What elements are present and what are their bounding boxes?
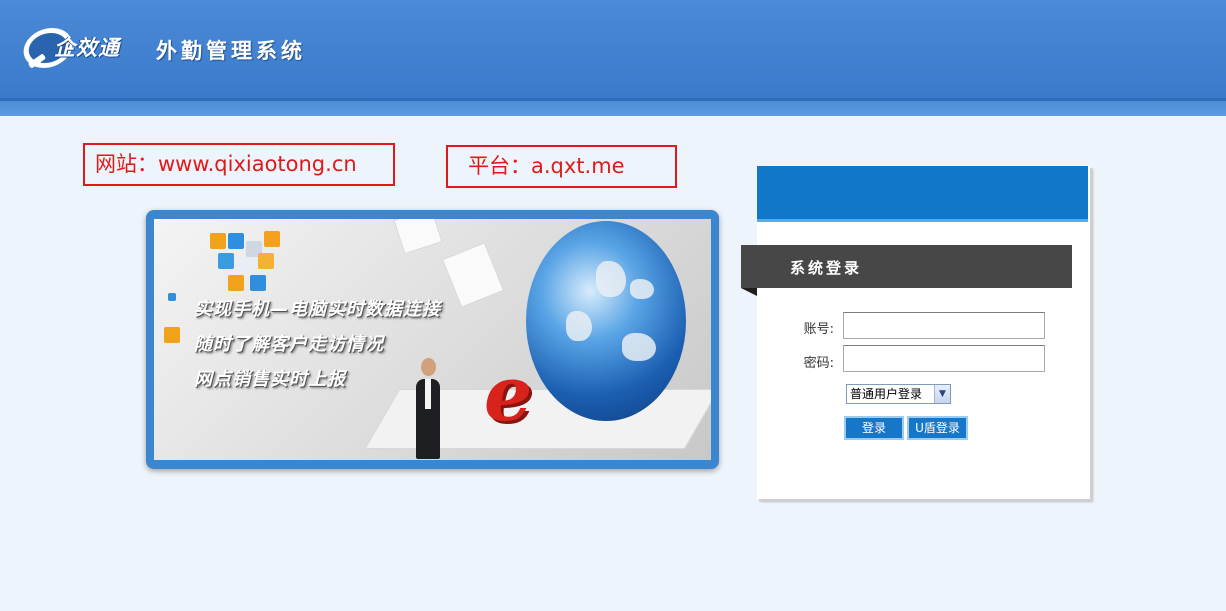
cube-decoration [250,275,266,291]
password-input[interactable] [843,345,1045,372]
cube-decoration [164,327,180,343]
e-logo-graphic: e [484,349,533,438]
header-divider [0,98,1226,116]
account-label: 账号: [803,322,834,337]
login-type-selected: 普通用户登录 [850,387,923,401]
chevron-down-icon[interactable]: ▼ [934,385,950,403]
cube-decoration [228,233,244,249]
cube-decoration [218,253,234,269]
paper-decoration [441,242,505,308]
cube-decoration [210,233,226,249]
login-panel-header [757,166,1088,222]
cube-decoration [228,275,244,291]
login-button[interactable]: 登录 [844,416,904,440]
login-title: 系统登录 [790,259,863,277]
ukey-login-button[interactable]: U盾登录 [907,416,968,440]
cube-decoration [258,253,274,269]
banner-image: 实现手机—电脑实时数据连接 随时了解客户走访情况 网点销售实时上报 e [154,219,711,460]
header-bar: 企效通 外勤管理系统 [0,0,1226,101]
cube-decoration [264,231,280,247]
account-input[interactable] [843,312,1045,339]
platform-notice: 平台：a.qxt.me [446,145,677,188]
globe-land [622,333,656,361]
password-label: 密码: [803,356,834,371]
businessman-figure [421,358,436,376]
banner-slogan-1: 实现手机—电脑实时数据连接 [194,299,441,320]
globe-land [630,279,654,299]
logo-text: 企效通 [54,36,120,60]
banner-slogan-3: 网点销售实时上报 [194,369,346,390]
website-notice: 网站：www.qixiaotong.cn [83,143,395,186]
globe-image [526,221,686,421]
system-title: 外勤管理系统 [156,39,306,63]
promo-banner: 实现手机—电脑实时数据连接 随时了解客户走访情况 网点销售实时上报 e [146,210,719,469]
globe-land [566,311,592,341]
login-page: 企效通 外勤管理系统 网站：www.qixiaotong.cn 平台：a.qxt… [0,0,1226,611]
globe-land [596,261,626,297]
cube-decoration [238,257,254,273]
logo: 企效通 [19,26,146,72]
banner-slogan-2: 随时了解客户走访情况 [194,334,384,355]
paper-decoration [393,219,443,255]
login-type-select[interactable]: 普通用户登录 ▼ [846,384,951,404]
ribbon-fold [741,288,757,296]
cube-decoration [168,293,176,301]
businessman-figure [425,379,431,409]
